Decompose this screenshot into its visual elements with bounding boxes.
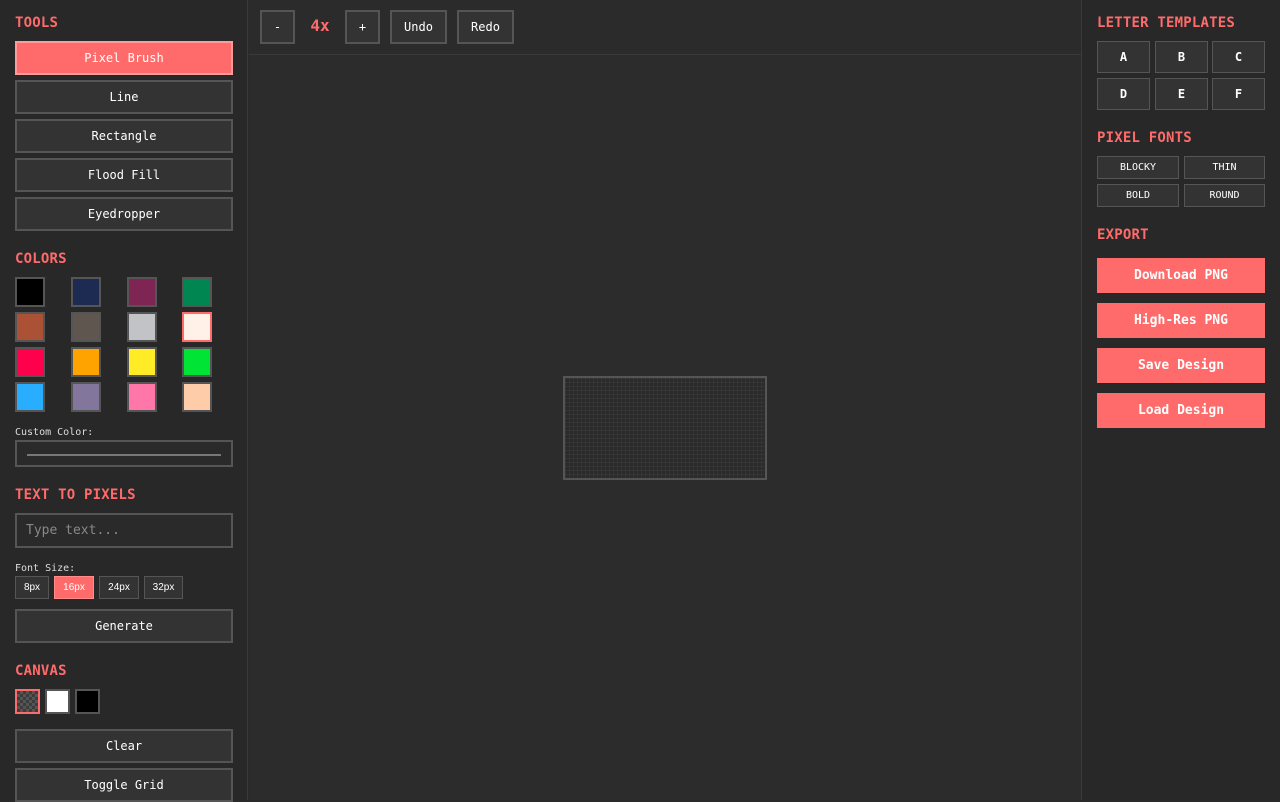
color-swatch[interactable] [15, 312, 45, 342]
tool-rectangle-button[interactable]: Rectangle [15, 119, 233, 153]
export-heading: EXPORT [1097, 227, 1149, 243]
zoom-level: 4x [310, 16, 330, 35]
toggle-grid-button[interactable]: Toggle Grid [15, 768, 233, 802]
tool-eyedropper-button[interactable]: Eyedropper [15, 197, 233, 231]
font-size-label: Font Size: [15, 563, 76, 574]
color-swatch[interactable] [127, 312, 157, 342]
save-design-button[interactable]: Save Design [1097, 348, 1265, 383]
color-swatch[interactable] [71, 312, 101, 342]
colors-heading: COLORS [15, 251, 67, 267]
undo-button[interactable]: Undo [390, 10, 447, 44]
tool-pixel-brush-button[interactable]: Pixel Brush [15, 41, 233, 75]
canvas-heading: CANVAS [15, 663, 67, 679]
canvas-bg-transparent-swatch[interactable] [15, 689, 40, 714]
tool-flood-fill-button[interactable]: Flood Fill [15, 158, 233, 192]
color-swatch[interactable] [15, 347, 45, 377]
redo-button[interactable]: Redo [457, 10, 514, 44]
template-c-button[interactable]: C [1212, 41, 1265, 73]
font-blocky-button[interactable]: BLOCKY [1097, 156, 1179, 179]
color-swatch[interactable] [182, 347, 212, 377]
tool-line-button[interactable]: Line [15, 80, 233, 114]
custom-color-label: Custom Color: [15, 427, 94, 438]
color-swatch[interactable] [127, 347, 157, 377]
color-swatch[interactable] [182, 312, 212, 342]
font-size-24px-button[interactable]: 24px [99, 576, 139, 599]
letter-templates-heading: LETTER TEMPLATES [1097, 15, 1236, 31]
canvas-bg-black-swatch[interactable] [75, 689, 100, 714]
clear-button[interactable]: Clear [15, 729, 233, 763]
tools-heading: TOOLS [15, 15, 59, 31]
text-input[interactable]: Type text... [15, 513, 233, 548]
font-size-8px-button[interactable]: 8px [15, 576, 49, 599]
font-size-16px-button[interactable]: 16px [54, 576, 94, 599]
color-swatch[interactable] [127, 277, 157, 307]
font-round-button[interactable]: ROUND [1184, 184, 1265, 207]
pixel-fonts-heading: PIXEL FONTS [1097, 130, 1192, 146]
template-d-button[interactable]: D [1097, 78, 1150, 110]
zoom-out-button[interactable]: - [260, 10, 295, 44]
template-b-button[interactable]: B [1155, 41, 1208, 73]
template-a-button[interactable]: A [1097, 41, 1150, 73]
custom-color-bar [27, 454, 221, 456]
color-swatch[interactable] [71, 347, 101, 377]
color-swatch[interactable] [71, 382, 101, 412]
color-swatch[interactable] [182, 277, 212, 307]
custom-color-input[interactable] [15, 440, 233, 467]
pixel-canvas[interactable] [563, 376, 767, 480]
color-swatch[interactable] [15, 382, 45, 412]
template-e-button[interactable]: E [1155, 78, 1208, 110]
generate-button[interactable]: Generate [15, 609, 233, 643]
high-res-png-button[interactable]: High-Res PNG [1097, 303, 1265, 338]
color-swatch[interactable] [15, 277, 45, 307]
zoom-in-button[interactable]: + [345, 10, 380, 44]
font-size-32px-button[interactable]: 32px [144, 576, 183, 599]
canvas-bg-white-swatch[interactable] [45, 689, 70, 714]
color-swatch[interactable] [127, 382, 157, 412]
text-to-pixels-heading: TEXT TO PIXELS [15, 487, 136, 503]
font-bold-button[interactable]: BOLD [1097, 184, 1179, 207]
font-thin-button[interactable]: THIN [1184, 156, 1265, 179]
color-swatch[interactable] [182, 382, 212, 412]
load-design-button[interactable]: Load Design [1097, 393, 1265, 428]
template-f-button[interactable]: F [1212, 78, 1265, 110]
color-swatch[interactable] [71, 277, 101, 307]
download-png-button[interactable]: Download PNG [1097, 258, 1265, 293]
